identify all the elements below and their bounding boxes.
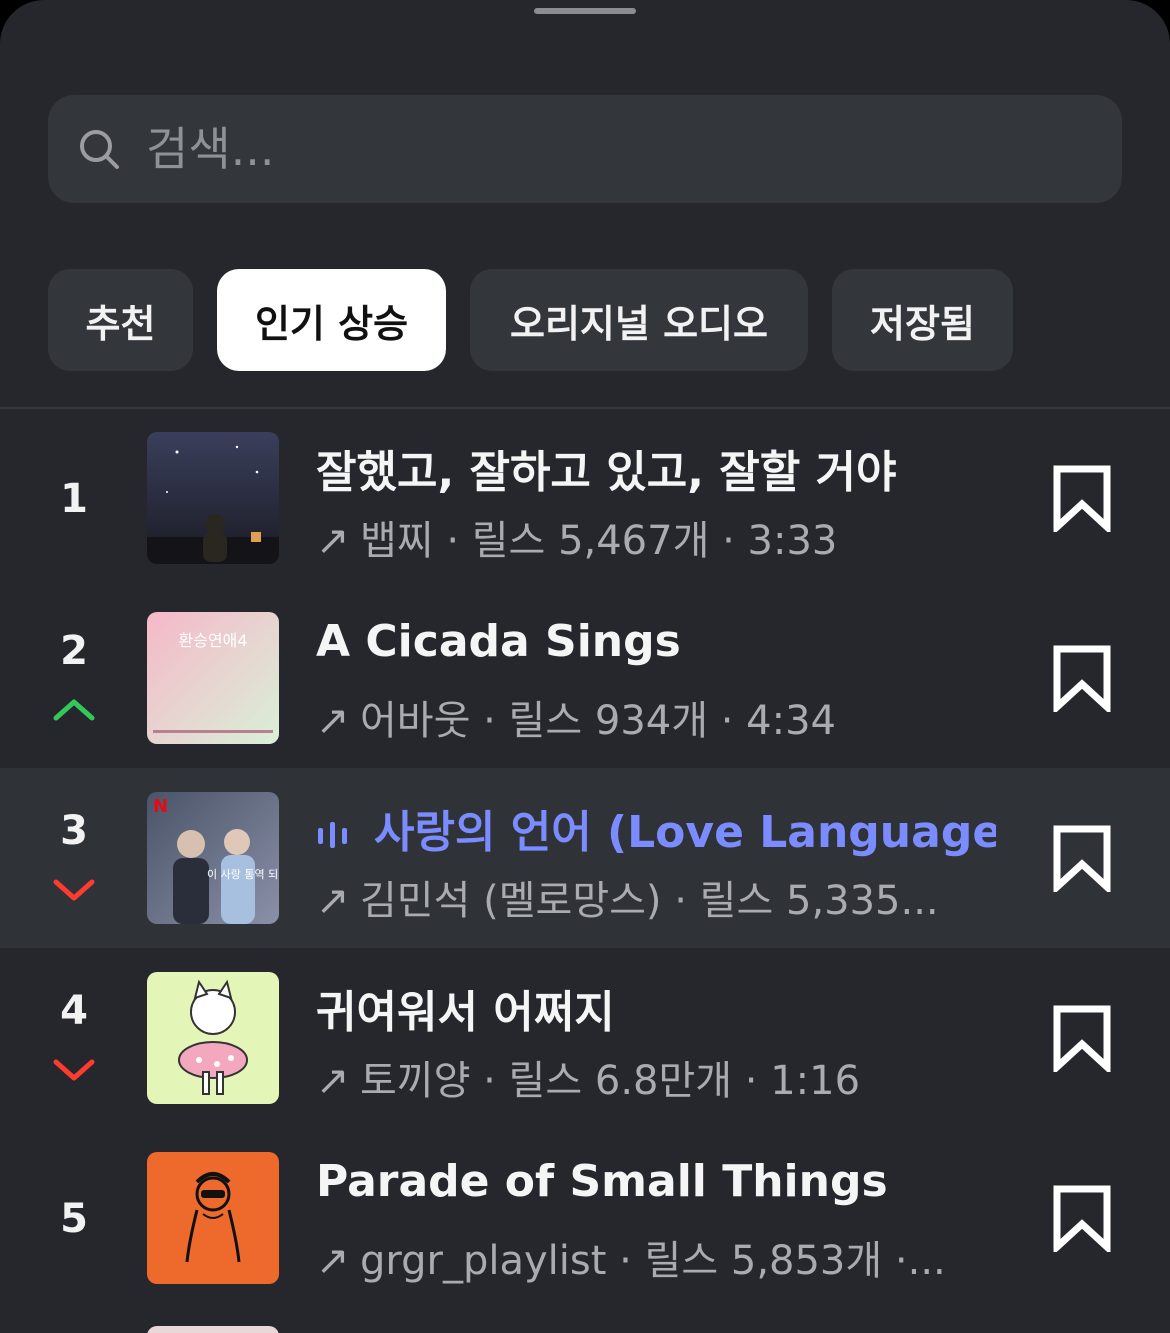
track-subtitle: ↗ 어바웃 · 릴스 934개 · 4:34 [316, 688, 996, 746]
track-meta: · 릴스 934개 · 4:34 [470, 698, 836, 744]
track-artist: grgr_playlist [360, 1238, 607, 1284]
track-title: 귀여워서 어쩌지 [316, 987, 615, 1038]
track-subtitle: ↗ grgr_playlist · 릴스 5,853개 ·... [316, 1228, 996, 1286]
list-item[interactable]: 3 N 이 사랑 통역 되나요 사랑의 언어 (Love Language) [0, 768, 1170, 948]
track-meta: · 릴스 5,853개 ·... [606, 1238, 946, 1284]
list-item[interactable]: 1 잘했고, 잘하고 있고, 잘할 거야 ↗ 뱁찌 · 릴스 5,467개 · 3… [0, 408, 1170, 588]
track-title: 사랑의 언어 (Love Language) [316, 796, 996, 860]
track-subtitle: ↗ 뱁찌 · 릴스 5,467개 · 3:33 [316, 508, 996, 566]
rank-number: 1 [60, 476, 88, 522]
bottom-sheet: 추천 인기 상승 오리지널 오디오 저장됨 1 잘했고, 잘하고 있고, 잘할 … [0, 0, 1170, 1333]
rank-number: 2 [60, 628, 88, 674]
search-input[interactable] [146, 95, 1106, 203]
tab-recommended[interactable]: 추천 [48, 269, 193, 371]
track-meta: · 릴스 5,467개 · 3:33 [433, 518, 838, 564]
bookmark-icon[interactable] [1052, 1184, 1112, 1252]
tab-saved[interactable]: 저장됨 [832, 269, 1013, 371]
chevron-up-icon [53, 699, 95, 721]
track-title: A Cicada Sings [316, 616, 681, 667]
list-item[interactable]: 4 귀여워서 어쩌지 ↗ 토끼양 · 릴스 6.8만개 · 1:16 [0, 948, 1170, 1128]
bookmark-icon[interactable] [1052, 464, 1112, 532]
svg-text:N: N [153, 796, 168, 817]
track-title-text: 사랑의 언어 (Love Language) [374, 807, 996, 858]
bookmark-icon[interactable] [1052, 1004, 1112, 1072]
trend-arrow-icon: ↗ [316, 1058, 350, 1104]
album-art [147, 432, 279, 564]
album-art: 환승연애4 [147, 612, 279, 744]
search-icon [80, 130, 119, 169]
track-meta: · 릴스 6.8만개 · 1:16 [470, 1058, 861, 1104]
list-item[interactable]: 5 Parade of Small Things ↗ grgr_playlist … [0, 1128, 1170, 1308]
album-art-text: 환승연애4 [178, 631, 247, 650]
list-item[interactable]: 2 환승연애4 A Cicada Sings ↗ 어바웃 · 릴스 934개 · … [0, 588, 1170, 768]
chevron-down-icon [53, 1059, 95, 1081]
bookmark-icon[interactable] [1052, 824, 1112, 892]
track-artist: 토끼양 [360, 1058, 471, 1104]
track-subtitle: ↗ 김민석 (멜로망스) · 릴스 5,335... [316, 868, 996, 926]
track-artist: 김민석 (멜로망스) [360, 878, 662, 924]
track-title: Parade of Small Things [316, 1156, 888, 1207]
bookmark-icon[interactable] [1052, 644, 1112, 712]
track-meta: · 릴스 5,335... [661, 878, 939, 924]
playing-bars-icon [318, 822, 347, 848]
track-artist: 어바웃 [360, 698, 471, 744]
trend-arrow-icon: ↗ [316, 518, 350, 564]
track-title: 잘했고, 잘하고 있고, 잘할 거야 [316, 447, 897, 498]
album-art: N 이 사랑 통역 되나요 [147, 792, 279, 924]
track-artist: 뱁찌 [360, 518, 434, 564]
rank-number: 4 [60, 988, 88, 1034]
rank-number: 3 [60, 808, 88, 854]
album-art [147, 972, 279, 1104]
trend-arrow-icon: ↗ [316, 878, 350, 924]
tab-original-audio[interactable]: 오리지널 오디오 [470, 269, 808, 371]
album-art [147, 1152, 279, 1284]
trend-arrow-icon: ↗ [316, 698, 350, 744]
chevron-down-icon [53, 879, 95, 901]
track-subtitle: ↗ 토끼양 · 릴스 6.8만개 · 1:16 [316, 1048, 996, 1106]
search-bar[interactable] [48, 95, 1122, 203]
list-item-partial [147, 1326, 279, 1333]
album-art-text: 이 사랑 통역 되나요 [207, 868, 279, 881]
sheet-grabber[interactable] [534, 8, 636, 14]
rank-number: 5 [60, 1196, 88, 1242]
trend-arrow-icon: ↗ [316, 1238, 350, 1284]
tab-trending[interactable]: 인기 상승 [217, 269, 446, 371]
